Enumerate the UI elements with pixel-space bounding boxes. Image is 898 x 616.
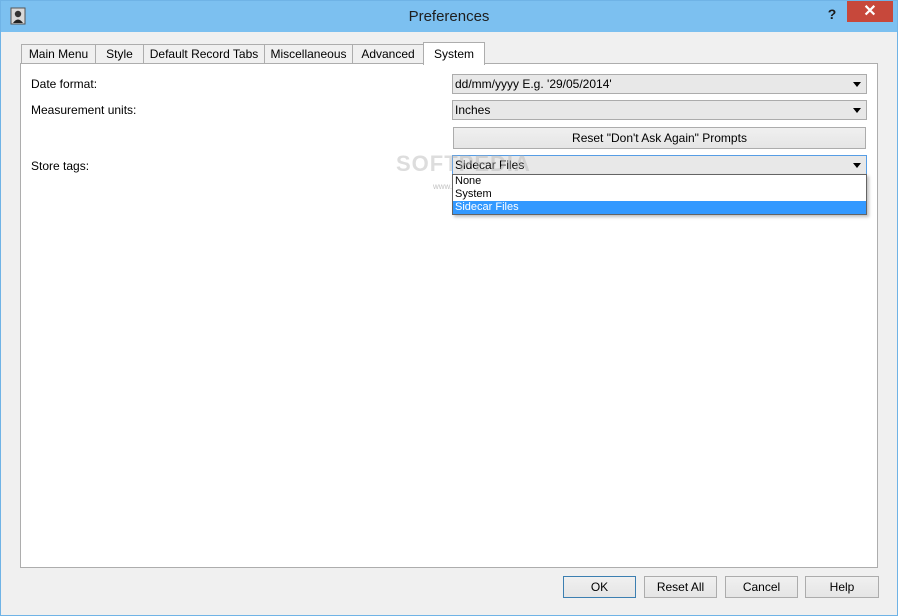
tab-default-record-tabs[interactable]: Default Record Tabs: [143, 44, 265, 63]
reset-prompts-button[interactable]: Reset "Don't Ask Again" Prompts: [453, 127, 866, 149]
tab-miscellaneous[interactable]: Miscellaneous: [264, 44, 353, 63]
reset-all-button[interactable]: Reset All: [644, 576, 717, 598]
date-format-select[interactable]: dd/mm/yyyy E.g. '29/05/2014': [452, 74, 867, 94]
ok-button[interactable]: OK: [563, 576, 636, 598]
tab-style[interactable]: Style: [95, 44, 144, 63]
title-bar[interactable]: Preferences ? ✕: [1, 1, 897, 32]
measurement-units-select[interactable]: Inches: [452, 100, 867, 120]
cancel-button[interactable]: Cancel: [725, 576, 798, 598]
store-tags-dropdown-list: None System Sidecar Files: [452, 174, 867, 215]
help-button[interactable]: Help: [805, 576, 879, 598]
date-format-value: dd/mm/yyyy E.g. '29/05/2014': [455, 77, 612, 91]
close-button[interactable]: ✕: [847, 1, 893, 22]
dropdown-option-sidecar-files[interactable]: Sidecar Files: [453, 201, 866, 214]
store-tags-select[interactable]: Sidecar Files: [452, 155, 867, 175]
window-title: Preferences: [408, 8, 490, 25]
date-format-label: Date format:: [31, 77, 98, 91]
dropdown-option-system[interactable]: System: [453, 188, 866, 201]
chevron-down-icon: [853, 82, 861, 87]
store-tags-label: Store tags:: [31, 159, 90, 173]
preferences-window: Preferences ? ✕ Main Menu Style Default …: [0, 0, 898, 616]
tab-system[interactable]: System: [423, 42, 485, 65]
help-title-button[interactable]: ?: [819, 3, 845, 25]
chevron-down-icon: [853, 108, 861, 113]
measurement-units-value: Inches: [455, 103, 491, 117]
tab-advanced[interactable]: Advanced: [352, 44, 424, 63]
store-tags-value: Sidecar Files: [455, 158, 525, 172]
chevron-down-icon: [853, 163, 861, 168]
dropdown-option-none[interactable]: None: [453, 175, 866, 188]
tab-main-menu[interactable]: Main Menu: [21, 44, 96, 63]
measurement-units-label: Measurement units:: [31, 103, 137, 117]
